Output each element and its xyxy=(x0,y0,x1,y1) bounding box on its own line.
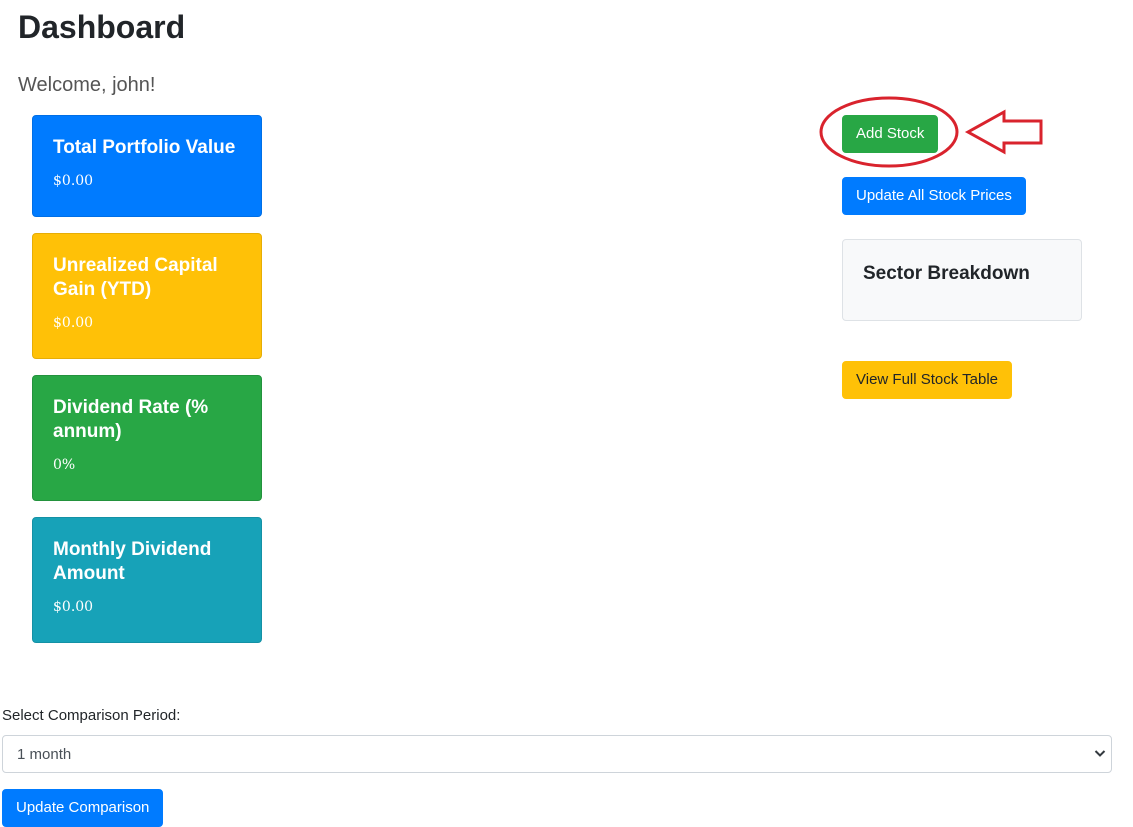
card-title: Total Portfolio Value xyxy=(53,137,236,158)
welcome-message: Welcome, john! xyxy=(18,74,156,96)
card-value: $0.00 xyxy=(53,173,94,189)
total-portfolio-value-card: Total Portfolio Value $0.00 xyxy=(32,115,262,217)
card-title: Unrealized Capital Gain (YTD) xyxy=(53,255,218,300)
update-comparison-button[interactable]: Update Comparison xyxy=(2,789,164,827)
card-value: $0.00 xyxy=(53,599,94,615)
monthly-dividend-amount-card: Monthly Dividend Amount $0.00 xyxy=(32,517,262,643)
card-title: Monthly Dividend Amount xyxy=(53,539,212,584)
comparison-period-select[interactable]: 1 month xyxy=(2,735,1112,773)
card-value: 0% xyxy=(53,457,76,473)
comparison-period-select-wrapper: 1 month xyxy=(2,735,1112,773)
dividend-rate-card: Dividend Rate (% annum) 0% xyxy=(32,375,262,501)
comparison-period-label: Select Comparison Period: xyxy=(2,707,181,724)
page-title: Dashboard xyxy=(18,9,186,45)
unrealized-capital-gain-card: Unrealized Capital Gain (YTD) $0.00 xyxy=(32,233,262,359)
sector-breakdown-card: Sector Breakdown xyxy=(842,239,1082,321)
update-all-stock-prices-button[interactable]: Update All Stock Prices xyxy=(842,177,1026,215)
card-value: $0.00 xyxy=(53,315,94,331)
sector-breakdown-title: Sector Breakdown xyxy=(863,263,1030,284)
add-stock-button[interactable]: Add Stock xyxy=(842,115,939,153)
view-full-stock-table-button[interactable]: View Full Stock Table xyxy=(842,361,1013,399)
arrow-left-icon xyxy=(964,109,1043,155)
card-title: Dividend Rate (% annum) xyxy=(53,397,209,442)
dashboard-page: Dashboard Welcome, john! Total Portfolio… xyxy=(0,0,1133,827)
